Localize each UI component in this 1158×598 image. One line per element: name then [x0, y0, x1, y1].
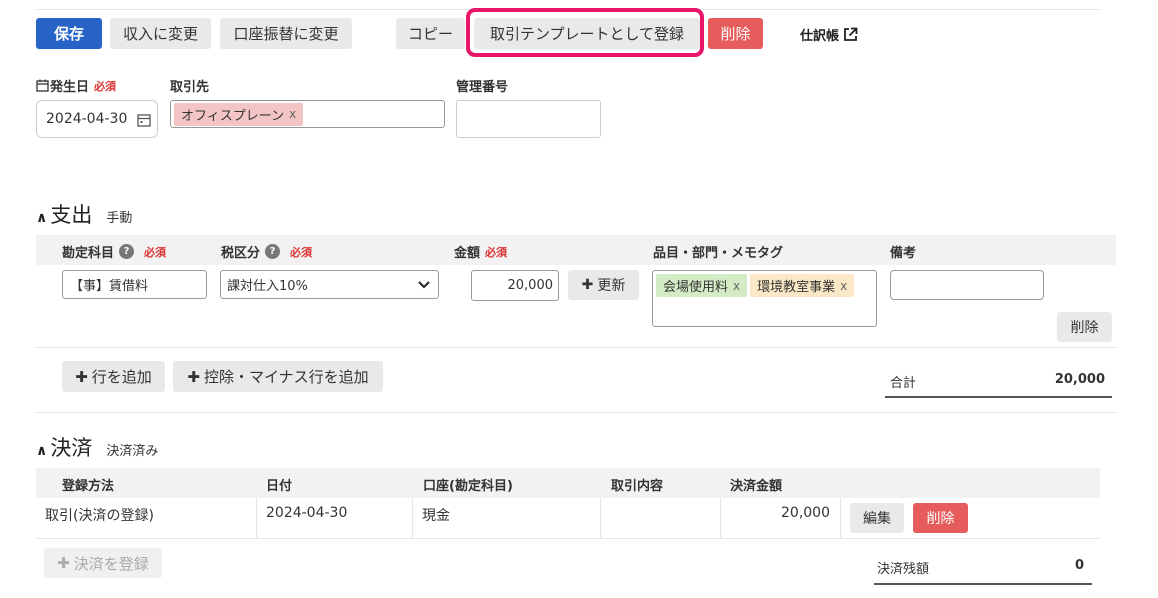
header-settlement-account: 口座(勘定科目) — [423, 479, 513, 494]
header-settlement-amount: 決済金額 — [730, 479, 783, 494]
date-input[interactable]: 2024-04-30 — [36, 100, 158, 138]
delete-settlement-button[interactable]: 削除 — [913, 503, 968, 533]
plus-icon: ✚ — [581, 277, 594, 293]
mgmt-number-input[interactable] — [456, 100, 601, 138]
account-input[interactable]: 【事】賃借料 — [62, 270, 207, 299]
amount-input[interactable]: 20,000 — [471, 270, 559, 301]
header-tax-label: 税区分 — [221, 246, 261, 261]
date-label: 発生日 必須 — [36, 76, 116, 95]
header-description: 取引内容 — [611, 479, 664, 494]
partner-tag-remove-icon[interactable]: x — [289, 107, 296, 121]
header-account-label: 勘定科目 — [62, 246, 115, 261]
journal-link[interactable]: 仕訳帳 — [800, 25, 858, 44]
total-label: 合計 — [890, 376, 917, 391]
settlement-section-header[interactable]: ∧ 決済 決済済み — [36, 432, 158, 462]
settlement-amount: 20,000 — [781, 505, 830, 521]
section-divider — [36, 412, 1116, 413]
tag-remove-icon[interactable]: x — [733, 279, 740, 293]
row-divider — [36, 347, 1116, 348]
help-icon[interactable]: ? — [265, 244, 281, 259]
tags-input[interactable]: 会場使用料 x 環境教室事業 x — [652, 270, 877, 327]
settlement-status: 決済済み — [106, 444, 159, 459]
delete-row-button[interactable]: 削除 — [1057, 312, 1112, 342]
header-tags: 品目・部門・メモタグ — [653, 246, 784, 261]
memo-input[interactable] — [890, 270, 1044, 300]
column-divider — [256, 498, 257, 538]
tax-select-value: 課対仕入10% — [227, 279, 308, 294]
balance-label: 決済残額 — [877, 562, 930, 577]
expense-section-header[interactable]: ∧ 支出 手動 — [36, 199, 132, 229]
add-row-label: 行を追加 — [91, 368, 152, 386]
header-amount: 金額 必須 — [454, 242, 508, 262]
settlement-method: 取引(決済の登録) — [45, 508, 154, 524]
tag-chip-label: 環境教室事業 — [757, 280, 836, 295]
update-amount-label: 更新 — [597, 278, 626, 294]
plus-icon: ✚ — [187, 367, 200, 386]
column-divider — [600, 498, 601, 538]
settlement-date: 2024-04-30 — [266, 505, 348, 521]
journal-link-label: 仕訳帳 — [800, 29, 840, 44]
calendar-picker-icon[interactable] — [137, 113, 151, 127]
settlement-section-title: 決済 — [50, 436, 93, 460]
total-value: 20,000 — [1054, 372, 1105, 387]
expense-section-title: 支出 — [50, 203, 93, 227]
partner-tag: オフィスプレーン x — [174, 102, 304, 126]
add-row-button[interactable]: ✚ 行を追加 — [62, 361, 165, 392]
add-minus-row-label: 控除・マイナス行を追加 — [203, 368, 369, 386]
save-button[interactable]: 保存 — [36, 18, 102, 49]
settlement-account: 現金 — [422, 508, 450, 524]
header-amount-label: 金額 — [454, 246, 481, 261]
column-divider — [412, 498, 413, 538]
plus-icon: ✚ — [57, 554, 70, 572]
chevron-up-icon: ∧ — [36, 443, 48, 459]
mgmt-number-label: 管理番号 — [456, 80, 509, 95]
column-divider — [720, 498, 721, 538]
expense-table-header: 勘定科目 ? 必須 税区分 ? 必須 金額 必須 品目・部門・メモタグ 備考 — [36, 235, 1116, 265]
tag-chip: 環境教室事業 x — [750, 274, 855, 297]
date-required-mark: 必須 — [94, 79, 117, 93]
header-tax: 税区分 ? 必須 — [221, 242, 312, 261]
row-divider — [36, 538, 1100, 539]
calendar-icon — [36, 79, 49, 92]
partner-input[interactable]: オフィスプレーン x — [170, 100, 445, 128]
register-settlement-button[interactable]: ✚ 決済を登録 — [44, 548, 162, 578]
expense-mode: 手動 — [106, 211, 133, 226]
header-memo: 備考 — [890, 246, 917, 261]
tag-chip-label: 会場使用料 — [663, 280, 729, 295]
header-account: 勘定科目 ? 必須 — [62, 242, 166, 261]
amount-required-mark: 必須 — [485, 245, 508, 259]
template-button-highlight — [466, 8, 704, 57]
tag-chip: 会場使用料 x — [656, 274, 748, 297]
change-to-transfer-button[interactable]: 口座振替に変更 — [220, 18, 352, 49]
delete-transaction-button[interactable]: 削除 — [708, 18, 763, 49]
tax-required-mark: 必須 — [290, 245, 313, 259]
partner-tag-label: オフィスプレーン — [181, 108, 285, 124]
balance-underline — [874, 583, 1092, 585]
help-icon[interactable]: ? — [119, 244, 135, 259]
header-date: 日付 — [266, 479, 293, 494]
plus-icon: ✚ — [75, 367, 88, 386]
chevron-up-icon: ∧ — [36, 210, 48, 226]
balance-value: 0 — [1074, 558, 1084, 573]
total-underline — [885, 396, 1112, 398]
chevron-down-icon — [418, 281, 430, 289]
tag-remove-icon[interactable]: x — [840, 279, 847, 293]
update-amount-button[interactable]: ✚ 更新 — [568, 270, 639, 300]
external-link-icon — [844, 27, 858, 41]
edit-settlement-button[interactable]: 編集 — [850, 503, 904, 533]
partner-label: 取引先 — [170, 80, 210, 95]
header-method: 登録方法 — [62, 479, 115, 494]
date-input-value: 2024-04-30 — [46, 111, 128, 127]
register-settlement-label: 決済を登録 — [73, 554, 149, 573]
settlement-table-header: 登録方法 日付 口座(勘定科目) 取引内容 決済金額 — [36, 468, 1100, 498]
copy-button[interactable]: コピー — [396, 18, 465, 49]
change-to-income-button[interactable]: 収入に変更 — [110, 18, 211, 49]
column-divider — [840, 498, 841, 538]
account-required-mark: 必須 — [144, 245, 167, 259]
tax-select[interactable]: 課対仕入10% — [220, 270, 439, 299]
add-minus-row-button[interactable]: ✚ 控除・マイナス行を追加 — [173, 361, 383, 392]
date-label-text: 発生日 — [50, 80, 90, 95]
